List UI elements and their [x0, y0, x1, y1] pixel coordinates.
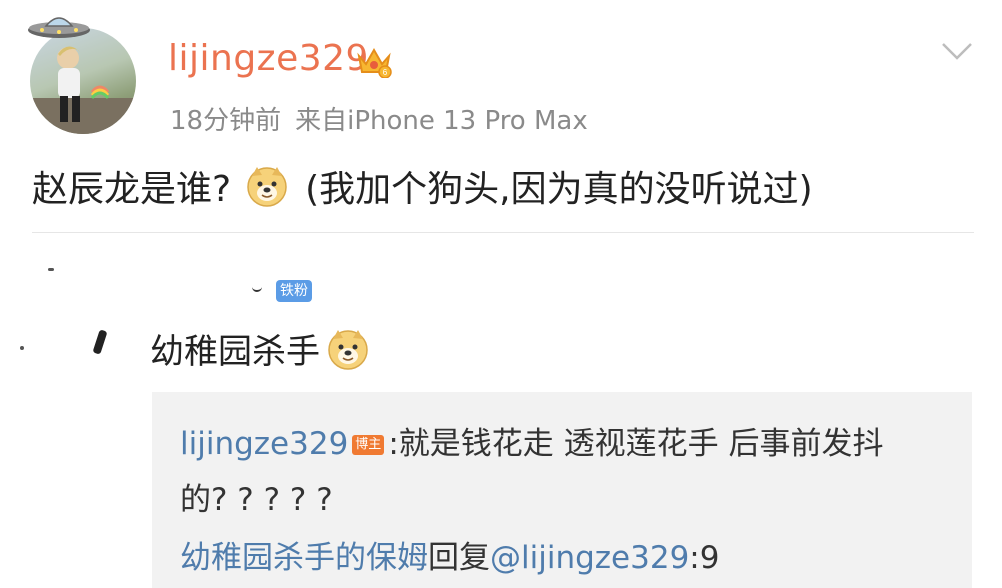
post-meta: 18分钟前 来自iPhone 13 Pro Max: [170, 100, 602, 137]
post-time: 18分钟前: [170, 106, 282, 136]
reply-item: 幼稚园杀手的保姆回复@lijingze329:9: [180, 532, 719, 577]
weibo-post: lijingze329 6 18分钟前 来自iPhone 13 Pro Max 赵…: [0, 0, 1002, 588]
obscured-mark: [92, 329, 108, 355]
obscured-mark: [252, 284, 262, 292]
post-body: 赵辰龙是谁? (我加个狗头,因为真的没听说过): [32, 160, 813, 212]
post-text-part1: 赵辰龙是谁?: [32, 169, 232, 210]
reply-text: :9: [689, 540, 720, 576]
post-text-part2: (我加个狗头,因为真的没听说过): [305, 169, 813, 210]
post-source: 来自iPhone 13 Pro Max: [295, 106, 588, 136]
comment-body: 幼稚园杀手: [150, 324, 370, 373]
doge-emoji-icon: [247, 167, 287, 207]
doge-emoji-icon: [328, 329, 368, 370]
reply-author[interactable]: lijingze329: [180, 426, 348, 462]
reply-separator: :: [388, 426, 399, 462]
reply-action: 回复: [428, 540, 490, 576]
host-badge: 博主: [352, 435, 385, 455]
reply-author[interactable]: 幼稚园杀手的保姆: [180, 540, 428, 576]
post-author-name[interactable]: lijingze329: [168, 38, 369, 79]
ufo-icon: [28, 17, 90, 38]
comment-text: 幼稚园杀手: [150, 332, 320, 372]
obscured-mark: [20, 346, 24, 350]
reply-item: lijingze329 博主:就是钱花走 透视莲花手 后事前发抖 的? ? ? ?…: [180, 416, 940, 528]
obscured-mark: [48, 268, 54, 271]
chevron-down-icon[interactable]: [940, 40, 974, 62]
crown-vip-icon[interactable]: 6: [356, 44, 392, 78]
fan-badge: 铁粉: [276, 280, 312, 302]
divider: [32, 232, 974, 233]
svg-text:6: 6: [383, 68, 388, 77]
reply-box[interactable]: lijingze329 博主:就是钱花走 透视莲花手 后事前发抖 的? ? ? ?…: [152, 392, 972, 588]
reply-mention[interactable]: @lijingze329: [490, 540, 689, 576]
